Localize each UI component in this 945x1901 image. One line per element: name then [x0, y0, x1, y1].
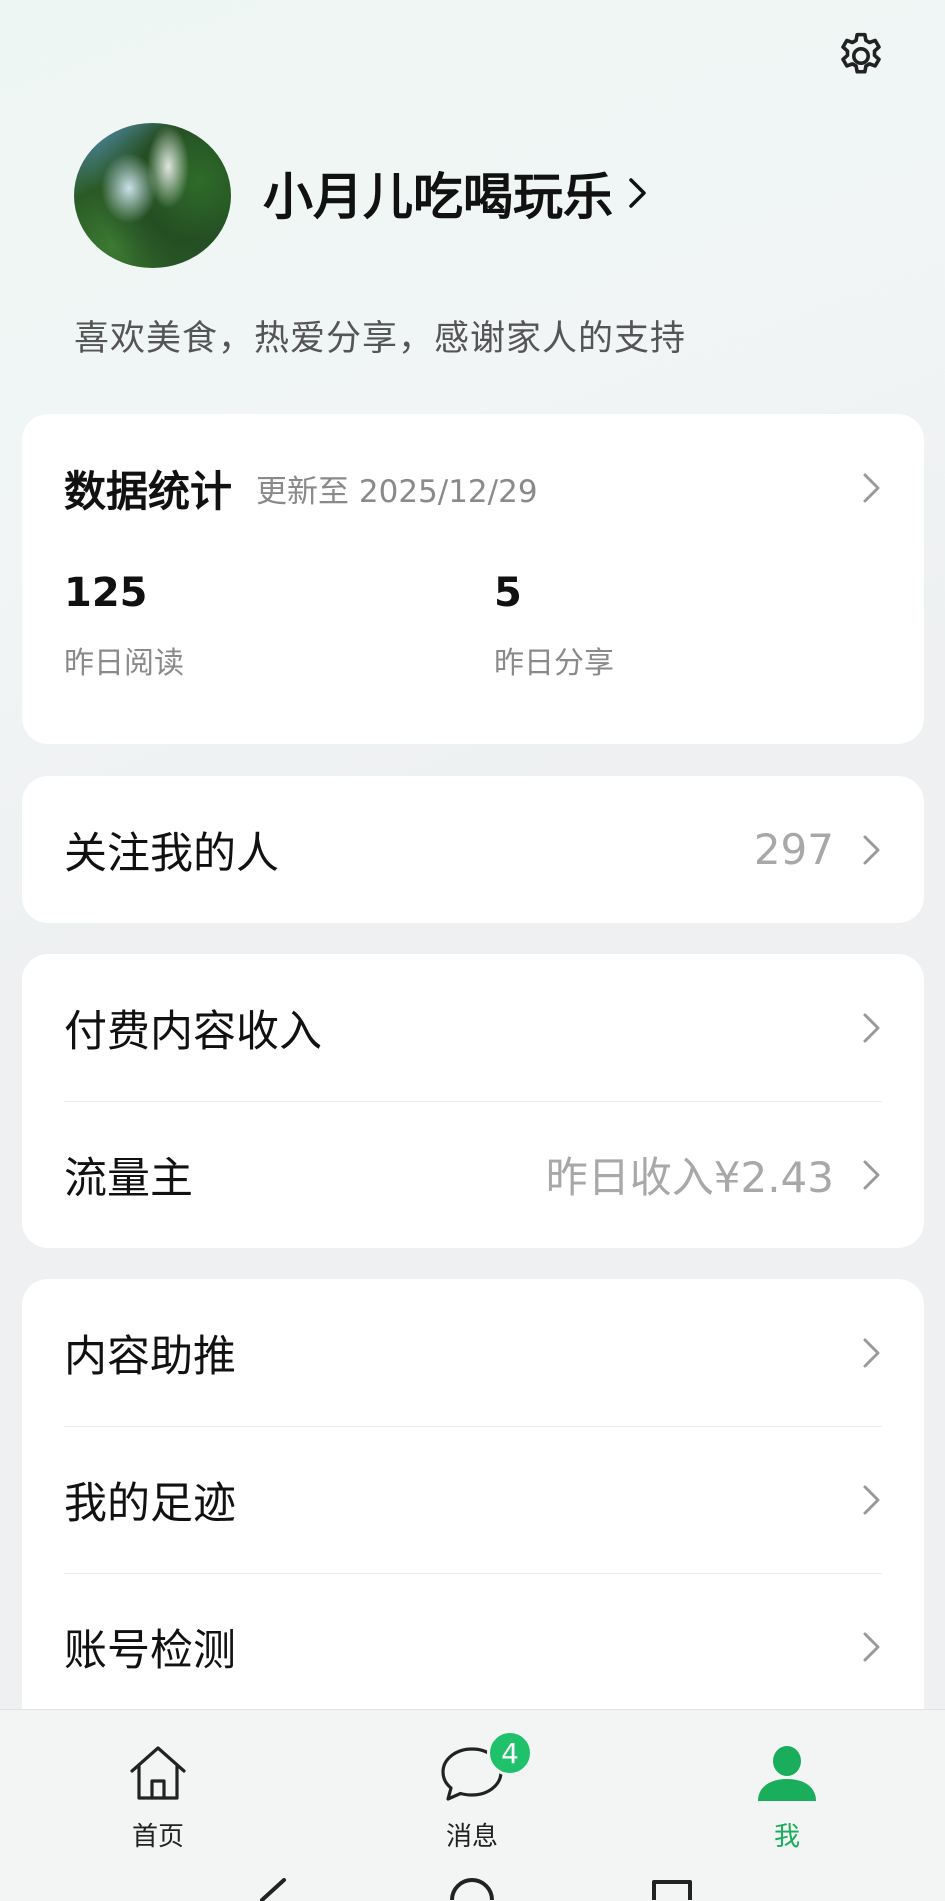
chevron-right-icon	[862, 1011, 882, 1045]
system-nav-bar	[0, 1878, 945, 1901]
row-label: 我的足迹	[64, 1478, 236, 1529]
tab-messages[interactable]: 4 消息	[392, 1730, 552, 1860]
stat-yesterday-shares: 5 昨日分享	[494, 570, 614, 682]
tools-card: 内容助推 我的足迹 账号检测	[22, 1279, 924, 1739]
row-label: 付费内容收入	[64, 1006, 322, 1057]
chevron-right-icon	[627, 176, 649, 210]
followers-count: 297	[753, 825, 834, 874]
my-footprint-row[interactable]: 我的足迹	[64, 1426, 882, 1573]
chevron-right-icon	[862, 1483, 882, 1517]
paid-content-income-row[interactable]: 付费内容收入	[64, 954, 882, 1101]
home-circle-icon	[450, 1878, 494, 1901]
stats-updated-date: 更新至 2025/12/29	[256, 473, 538, 510]
row-label: 流量主	[64, 1153, 193, 1204]
gear-icon	[841, 32, 881, 74]
row-label: 内容助推	[64, 1331, 236, 1382]
settings-button[interactable]	[833, 28, 889, 84]
stats-header[interactable]: 数据统计 更新至 2025/12/29	[64, 458, 882, 518]
stat-label: 昨日分享	[494, 646, 614, 681]
stat-value: 125	[64, 570, 148, 616]
tab-label: 首页	[131, 1822, 184, 1852]
bottom-nav: 首页 4 消息 我	[0, 1709, 945, 1901]
row-label: 账号检测	[64, 1625, 236, 1676]
back-icon	[260, 1878, 286, 1901]
account-check-row[interactable]: 账号检测	[64, 1573, 882, 1720]
chevron-right-icon	[862, 471, 882, 505]
profile-name-link[interactable]: 小月儿吃喝玩乐	[263, 158, 649, 228]
recents-icon	[652, 1880, 692, 1900]
chevron-right-icon	[862, 1336, 882, 1370]
chevron-right-icon	[862, 833, 882, 867]
tab-me[interactable]: 我	[707, 1740, 867, 1860]
tab-label: 我	[773, 1822, 800, 1852]
chat-icon: 4	[439, 1730, 533, 1806]
unread-badge: 4	[487, 1730, 533, 1776]
stat-label: 昨日阅读	[64, 646, 184, 681]
stat-yesterday-reads: 125 昨日阅读	[64, 570, 184, 682]
profile-bio: 喜欢美食，热爱分享，感谢家人的支持	[74, 319, 687, 359]
stats-title: 数据统计	[64, 466, 233, 516]
home-icon	[127, 1740, 189, 1806]
chevron-right-icon	[862, 1630, 882, 1664]
tab-home[interactable]: 首页	[78, 1740, 238, 1860]
avatar[interactable]	[74, 123, 231, 268]
person-icon	[756, 1740, 818, 1806]
username: 小月儿吃喝玩乐	[263, 168, 613, 226]
stat-value: 5	[494, 570, 522, 616]
yesterday-income: 昨日收入¥2.43	[545, 1153, 834, 1202]
row-label: 关注我的人	[64, 828, 279, 879]
followers-row[interactable]: 关注我的人 297	[64, 776, 882, 923]
tab-label: 消息	[445, 1822, 498, 1852]
followers-card: 关注我的人 297	[22, 776, 924, 923]
traffic-owner-row[interactable]: 流量主 昨日收入¥2.43	[64, 1101, 882, 1248]
content-boost-row[interactable]: 内容助推	[64, 1279, 882, 1426]
stats-card: 数据统计 更新至 2025/12/29 125 昨日阅读 5 昨日分享	[22, 414, 924, 744]
chevron-right-icon	[862, 1158, 882, 1192]
income-card: 付费内容收入 流量主 昨日收入¥2.43	[22, 954, 924, 1248]
